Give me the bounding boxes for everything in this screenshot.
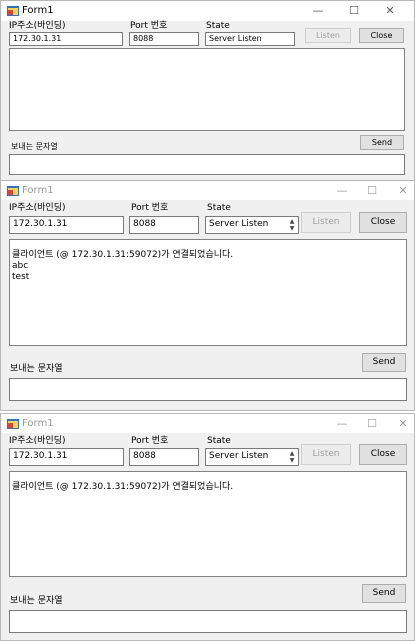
window-title: Form1 <box>22 418 54 429</box>
state-select[interactable]: Server Listen <box>205 32 295 46</box>
close-button[interactable]: Close <box>359 28 404 43</box>
ip-label: IP주소(바인딩) <box>9 203 66 213</box>
ip-label: IP주소(바인딩) <box>9 21 66 31</box>
maximize-button[interactable]: ☐ <box>339 2 369 20</box>
app-icon <box>7 6 19 16</box>
state-label: State <box>207 203 231 213</box>
title-bar[interactable]: Form1 — ☐ ✕ <box>1 1 414 21</box>
form-window-3: Form1 — ☐ ✕ IP주소(바인딩) Port 번호 State 172.… <box>0 413 415 641</box>
minimize-button[interactable]: — <box>327 182 357 200</box>
minimize-button[interactable]: — <box>303 2 333 20</box>
send-input[interactable] <box>9 378 407 401</box>
maximize-button[interactable]: ☐ <box>357 182 387 200</box>
send-text-label: 보내는 문자열 <box>10 596 63 606</box>
send-input[interactable] <box>9 610 407 633</box>
window-title: Form1 <box>22 185 54 196</box>
listen-button[interactable]: Listen <box>301 212 351 233</box>
app-icon <box>7 419 19 429</box>
title-bar[interactable]: Form1 — ☐ ✕ <box>1 414 414 433</box>
port-label: Port 번호 <box>131 203 169 213</box>
window-title: Form1 <box>22 5 54 16</box>
ip-input[interactable]: 172.30.1.31 <box>9 216 124 234</box>
state-label: State <box>207 436 231 446</box>
port-input[interactable]: 8088 <box>129 32 199 46</box>
log-area[interactable]: 클라이언트 (@ 172.30.1.31:59072)가 연결되었습니다. ab… <box>9 239 407 346</box>
port-input[interactable]: 8088 <box>129 448 199 466</box>
ip-input[interactable]: 172.30.1.31 <box>9 32 123 46</box>
spinner-arrows-icon[interactable]: ▲ ▼ <box>288 218 296 233</box>
send-text-label: 보내는 문자열 <box>11 142 58 151</box>
port-input[interactable]: 8088 <box>129 216 199 234</box>
minimize-button[interactable]: — <box>327 415 357 433</box>
ip-input[interactable]: 172.30.1.31 <box>9 448 124 466</box>
port-label: Port 번호 <box>131 436 169 446</box>
send-input[interactable] <box>9 154 405 175</box>
state-value: Server Listen <box>209 451 269 461</box>
state-select[interactable]: Server Listen ▲ ▼ <box>205 448 299 466</box>
close-window-button[interactable]: ✕ <box>388 415 414 433</box>
state-label: State <box>206 21 230 31</box>
close-window-button[interactable]: ✕ <box>375 2 405 20</box>
state-value: Server Listen <box>209 219 269 229</box>
log-area[interactable]: 클라이언트 (@ 172.30.1.31:59072)가 연결되었습니다. <box>9 471 407 577</box>
close-button[interactable]: Close <box>359 444 407 465</box>
log-line: 클라이언트 (@ 172.30.1.31:59072)가 연결되었습니다. <box>12 482 234 492</box>
send-text-label: 보내는 문자열 <box>10 364 63 374</box>
maximize-button[interactable]: ☐ <box>357 415 387 433</box>
form-window-1: Form1 — ☐ ✕ IP주소(바인딩) Port 번호 State 172.… <box>0 0 415 181</box>
log-area[interactable] <box>9 48 405 131</box>
close-window-button[interactable]: ✕ <box>388 182 414 200</box>
listen-button[interactable]: Listen <box>305 28 351 43</box>
form-window-2: Form1 — ☐ ✕ IP주소(바인딩) Port 번호 State 172.… <box>0 180 415 411</box>
title-bar[interactable]: Form1 — ☐ ✕ <box>1 181 414 200</box>
log-line: test <box>12 272 30 282</box>
close-button[interactable]: Close <box>359 212 407 233</box>
listen-button[interactable]: Listen <box>301 444 351 465</box>
send-button[interactable]: Send <box>360 135 404 150</box>
log-line: 클라이언트 (@ 172.30.1.31:59072)가 연결되었습니다. <box>12 250 234 260</box>
app-icon <box>7 186 19 196</box>
port-label: Port 번호 <box>130 21 168 31</box>
send-button[interactable]: Send <box>362 584 406 603</box>
log-line: abc <box>12 261 29 271</box>
state-select[interactable]: Server Listen ▲ ▼ <box>205 216 299 234</box>
ip-label: IP주소(바인딩) <box>9 436 66 446</box>
spinner-arrows-icon[interactable]: ▲ ▼ <box>288 450 296 465</box>
send-button[interactable]: Send <box>362 353 406 372</box>
